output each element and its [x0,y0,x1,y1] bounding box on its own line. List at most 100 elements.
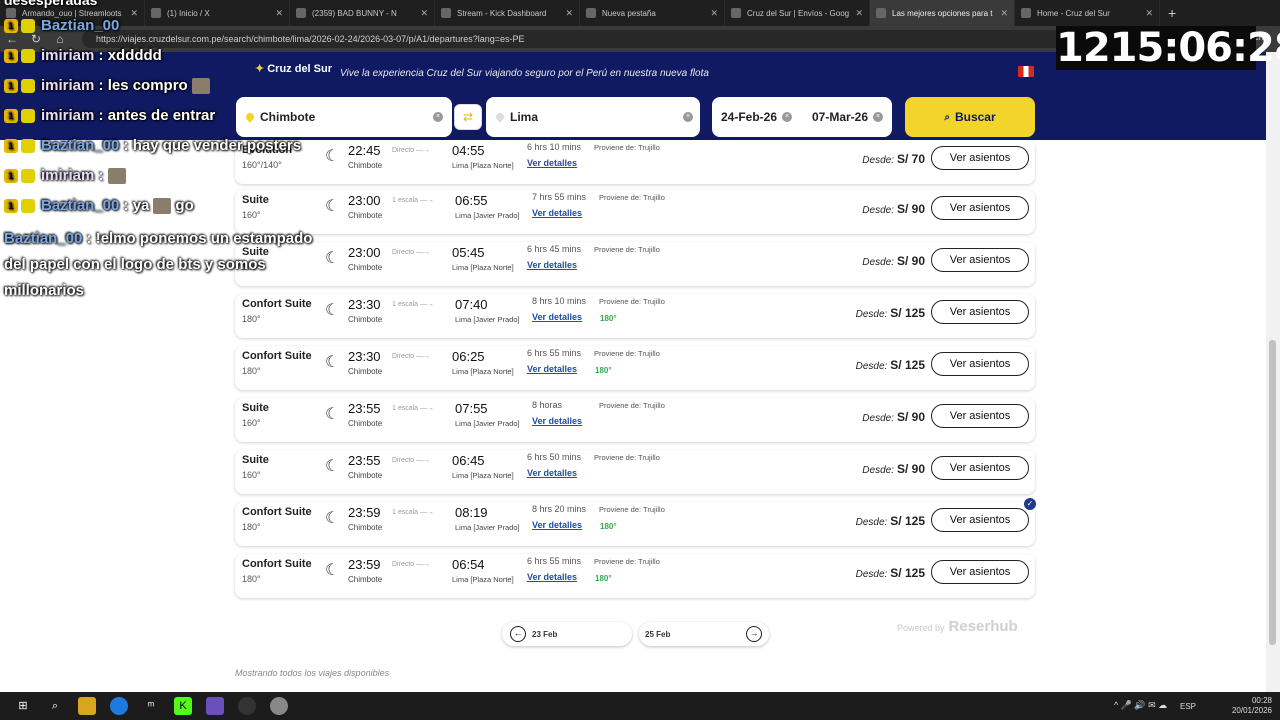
date-out[interactable]: 24-Feb-26 [721,110,777,124]
price-value: S/ 125 [890,358,925,372]
app-icon[interactable] [270,697,288,715]
back-icon[interactable]: ← [0,32,24,46]
details-link[interactable]: Ver detalles [527,158,577,168]
close-tab-icon[interactable]: ✕ [1000,8,1008,19]
origin-value: Chimbote [260,110,316,124]
obs-icon[interactable] [206,697,224,715]
route-type: 1 escala —→ [392,197,435,204]
home-icon[interactable]: ⌂ [48,32,72,46]
clear-date-out-icon[interactable]: × [782,112,792,122]
browser-tab[interactable]: Home - Cruz del Sur ✕ [1015,0,1160,26]
close-tab-icon[interactable]: ✕ [710,8,718,19]
view-seats-button[interactable]: Ver asientos [931,146,1029,170]
location-pin-icon [244,111,256,123]
browser-tab[interactable]: Cruz del Sur | Envíos - Goog ✕ [725,0,870,26]
language-indicator[interactable]: ESP [1180,702,1196,711]
prev-day-button[interactable]: ← 23 Feb [502,622,632,646]
details-link[interactable]: Ver detalles [532,208,582,218]
price: Desde: S/ 125 [856,358,925,372]
departure-city: Chimbote [348,161,383,170]
site-logo[interactable]: ✦ Cruz del Sur [255,62,332,75]
details-link[interactable]: Ver detalles [527,572,577,582]
system-tray[interactable]: ^ 🎤 🔊 ✉ ☁ [1114,700,1167,711]
swap-button[interactable]: ⇄ [454,104,482,130]
departure-time: 23:30 [348,349,381,364]
close-tab-icon[interactable]: ✕ [1145,8,1153,19]
origin-note: Proviene de: Trujillo [594,453,660,462]
browser-tab[interactable]: (1) Inicio / X ✕ [145,0,290,26]
close-tab-icon[interactable]: ✕ [420,8,428,19]
close-tab-icon[interactable]: ✕ [855,8,863,19]
details-link[interactable]: Ver detalles [527,260,577,270]
departure-time: 23:00 [348,193,381,208]
trip-card: Confort Suite 180° ☾ 23:59 Chimbote Directo —… [235,554,1035,598]
browser-tab[interactable]: Nueva pestaña ✕ [580,0,725,26]
close-tab-icon[interactable]: ✕ [130,8,138,19]
view-seats-button[interactable]: Ver asientos [931,196,1029,220]
route-type-label: 1 escala [392,509,419,516]
night-moon-icon: ☾ [325,198,340,215]
browser-tab[interactable]: (2359) BAD BUNNY - N ✕ [290,0,435,26]
peru-flag-icon[interactable] [1018,66,1034,77]
search-icon[interactable]: ⌕ [46,697,64,715]
app-icon[interactable] [238,697,256,715]
view-seats-button[interactable]: Ver asientos [931,300,1029,324]
search-icon: ⌕ [944,111,950,123]
search-button[interactable]: ⌕ Buscar [905,97,1035,137]
emote-icon [191,77,210,94]
view-seats-button[interactable]: Ver asientos [931,404,1029,428]
edge-icon[interactable] [110,697,128,715]
clock[interactable]: 00:28 20/01/2026 [1232,696,1272,716]
origin-note: Proviene de: Trujillo [599,297,665,306]
url-input[interactable]: https://viajes.cruzdelsur.com.pe/search/… [82,30,1062,48]
browser-tab[interactable]: Stream - Kick Dashboard ✕ [435,0,580,26]
app-icon[interactable]: ᵐ [142,697,160,715]
scrollbar-thumb[interactable] [1269,340,1276,645]
kick-icon[interactable]: K [174,697,192,715]
clear-date-return-icon[interactable]: × [873,112,883,122]
view-seats-button[interactable]: Ver asientos [931,456,1029,480]
route-type-label: Directo [392,353,415,360]
browser-tab-bar: Armando_ouo | Streamloots ✕ (1) Inicio / X… [0,0,1280,26]
details-link[interactable]: Ver detalles [532,416,582,426]
details-link[interactable]: Ver detalles [527,364,577,374]
seat-angle: 180° [242,366,261,376]
view-seats-button[interactable]: Ver asientos [931,248,1029,272]
route-type: Directo —→ [392,147,431,154]
details-link[interactable]: Ver detalles [527,468,577,478]
badge-icon: 1 [4,78,18,93]
seat-badge: 180° [600,314,617,323]
reload-icon[interactable]: ↻ [24,32,48,46]
tab-title: Home - Cruz del Sur [1037,8,1110,18]
favicon-icon [586,8,596,18]
browser-tab[interactable]: Las mejores opciones para t ✕ [870,0,1015,26]
arrival-terminal: Lima [Plaza Norte] [452,367,514,376]
file-explorer-icon[interactable] [78,697,96,715]
arrival-terminal: Lima [Javier Prado] [455,419,520,428]
route-type-label: Directo [392,147,415,154]
details-link[interactable]: Ver detalles [532,312,582,322]
departure-city: Chimbote [348,211,383,220]
view-seats-button[interactable]: Ver asientos [931,508,1029,532]
origin-note: Proviene de: Trujillo [594,349,660,358]
service-name: Suite [242,194,269,206]
new-tab-icon[interactable]: + [1168,5,1176,21]
view-seats-button[interactable]: Ver asientos [931,352,1029,376]
duration: 6 hrs 10 mins [527,142,582,152]
favicon-icon [731,8,741,18]
arrival-time: 07:40 [455,297,488,312]
tab-title: (1) Inicio / X [167,8,210,18]
search-button-label: Buscar [954,110,996,124]
destination-field[interactable]: Lima [486,97,700,137]
next-day-button[interactable]: 25 Feb → [639,622,769,646]
origin-field[interactable]: Chimbote [236,97,452,137]
view-seats-button[interactable]: Ver asientos [931,560,1029,584]
price: Desde: S/ 125 [856,514,925,528]
windows-start-icon[interactable]: ⊞ [14,697,32,715]
details-link[interactable]: Ver detalles [532,520,582,530]
clear-destination-icon[interactable]: × [683,112,693,122]
close-tab-icon[interactable]: ✕ [275,8,283,19]
date-return[interactable]: 07-Mar-26 [812,110,868,124]
close-tab-icon[interactable]: ✕ [565,8,573,19]
clear-origin-icon[interactable]: × [433,112,443,122]
